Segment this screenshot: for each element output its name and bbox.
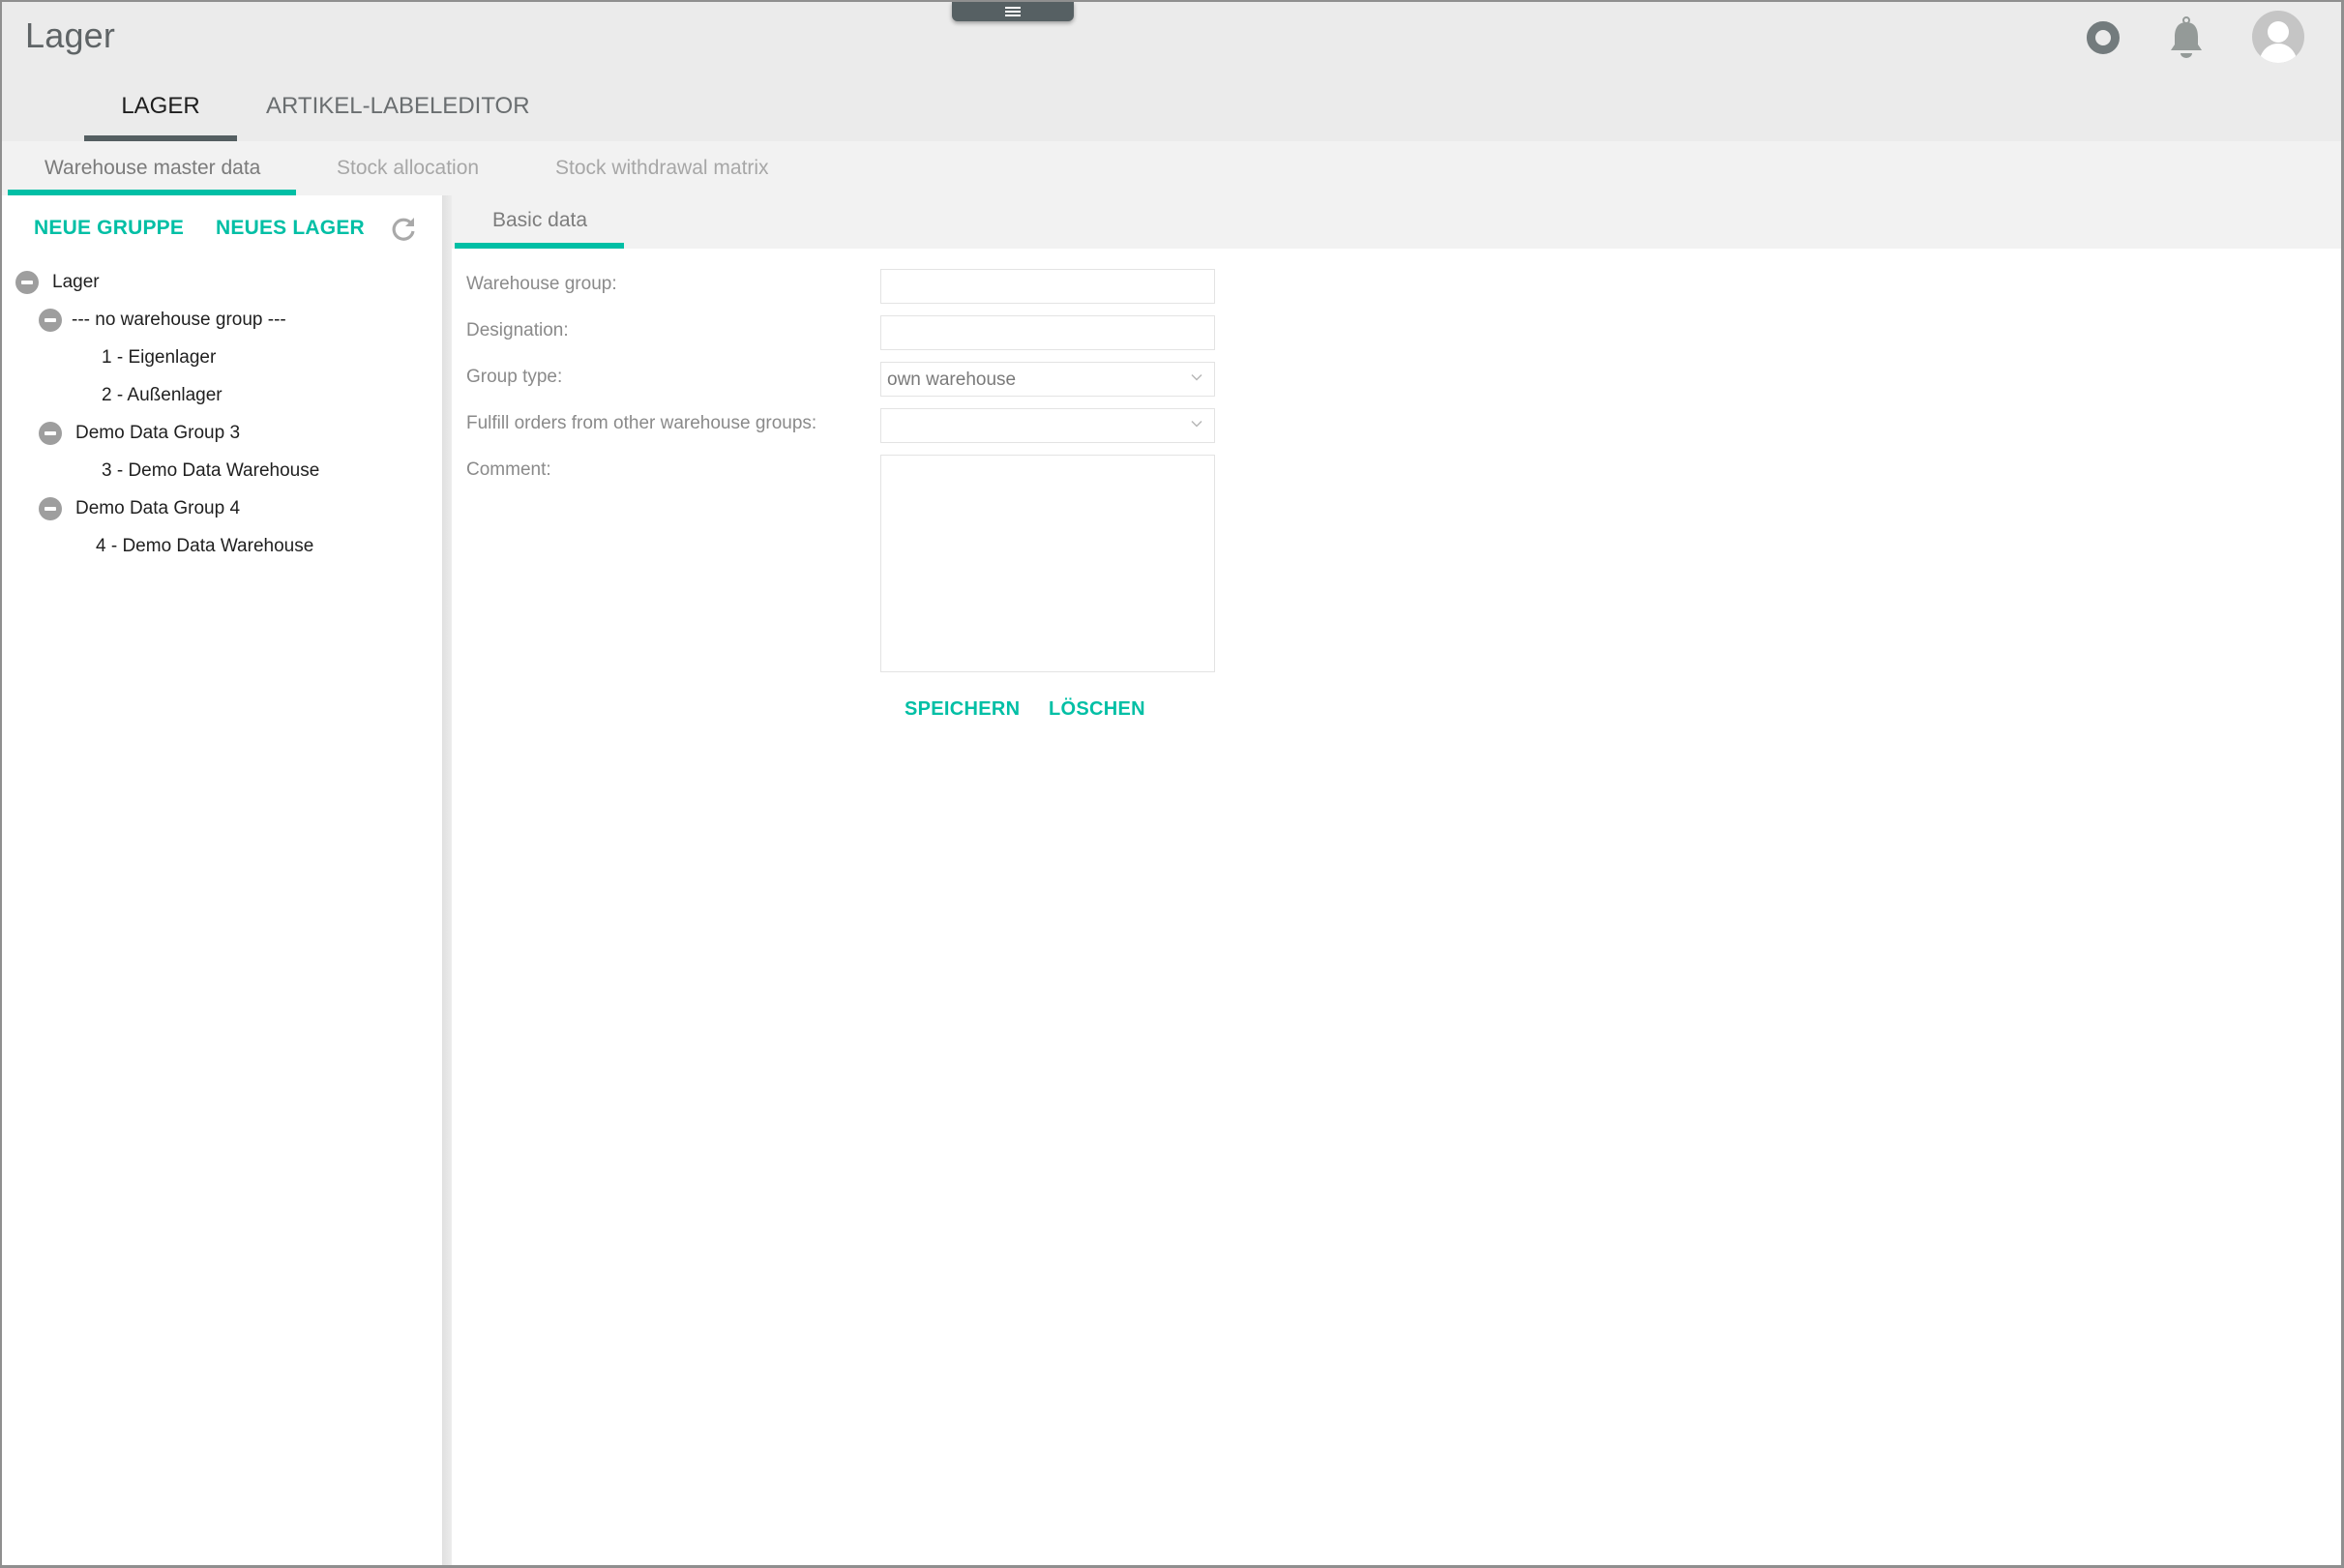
tree-node-label: Lager: [52, 272, 100, 292]
detail-panel: Basic data Warehouse group: Designation:…: [452, 195, 2341, 1565]
tree-node-label: 1 - Eigenlager: [102, 347, 217, 368]
warehouse-group-input[interactable]: [880, 269, 1215, 304]
tree-node-group[interactable]: --- no warehouse group ---: [39, 303, 286, 338]
avatar[interactable]: [2252, 11, 2304, 63]
tree-node-warehouse[interactable]: 3 - Demo Data Warehouse: [102, 454, 319, 488]
avatar-icon: [2259, 21, 2298, 63]
tree-node-label: 2 - Außenlager: [102, 385, 223, 405]
app-window: Lager LAGER ARTIKEL-LABELEDITOR Warehous…: [0, 0, 2344, 1568]
collapse-icon[interactable]: [39, 422, 62, 445]
tree-node-label: Demo Data Group 4: [75, 498, 241, 518]
new-group-button[interactable]: NEUE GRUPPE: [34, 217, 184, 240]
tree-node-label: --- no warehouse group ---: [72, 310, 286, 330]
detail-tabs: Basic data: [452, 195, 2341, 249]
collapse-icon[interactable]: [39, 497, 62, 520]
comment-textarea[interactable]: [880, 455, 1215, 672]
warehouse-group-label: Warehouse group:: [466, 274, 617, 294]
main-tabs: LAGER ARTIKEL-LABELEDITOR: [84, 85, 530, 141]
page-title: Lager: [25, 15, 116, 55]
delete-button[interactable]: LÖSCHEN: [1049, 698, 1145, 721]
designation-label: Designation:: [466, 320, 569, 340]
comment-label: Comment:: [466, 459, 551, 480]
group-type-value: own warehouse: [887, 370, 1017, 390]
tree-node-label: 3 - Demo Data Warehouse: [102, 460, 320, 481]
group-type-select[interactable]: own warehouse: [880, 362, 1215, 397]
warehouse-tree-panel: NEUE GRUPPE NEUES LAGER Lager --- no war…: [6, 195, 442, 1565]
new-warehouse-button[interactable]: NEUES LAGER: [216, 217, 365, 240]
tree-node-warehouse[interactable]: 1 - Eigenlager: [102, 340, 216, 375]
tree-node-label: 4 - Demo Data Warehouse: [96, 536, 314, 556]
designation-input[interactable]: [880, 315, 1215, 350]
save-button[interactable]: SPEICHERN: [905, 698, 1020, 721]
tree-node-label: Demo Data Group 3: [75, 423, 241, 443]
bell-icon[interactable]: [2167, 15, 2206, 58]
collapse-icon[interactable]: [39, 309, 62, 332]
tree-node-warehouse[interactable]: 2 - Außenlager: [102, 378, 223, 413]
menu-toggle-button[interactable]: [952, 2, 1074, 21]
fulfill-orders-label: Fulfill orders from other warehouse grou…: [466, 413, 817, 433]
tree-node-group[interactable]: Demo Data Group 4: [39, 491, 240, 526]
tab-basic-data[interactable]: Basic data: [492, 209, 587, 232]
sub-tabs: Warehouse master data Stock allocation S…: [2, 141, 2341, 195]
collapse-icon[interactable]: [15, 271, 39, 294]
tree-node-lager[interactable]: Lager: [15, 265, 100, 300]
hamburger-menu-icon: [1005, 7, 1021, 16]
chevron-down-icon: [1191, 374, 1202, 381]
app-header: Lager LAGER ARTIKEL-LABELEDITOR: [2, 2, 2341, 141]
tab-stock-withdrawal-matrix[interactable]: Stock withdrawal matrix: [555, 157, 769, 180]
panel-resize-handle[interactable]: [442, 195, 452, 1565]
fulfill-orders-select[interactable]: [880, 408, 1215, 443]
active-tab-indicator: [455, 243, 624, 249]
tab-stock-allocation[interactable]: Stock allocation: [337, 157, 479, 180]
refresh-icon[interactable]: [389, 215, 418, 244]
chevron-down-icon: [1191, 421, 1202, 428]
ring-icon[interactable]: [2087, 21, 2120, 54]
tab-lager[interactable]: LAGER: [84, 85, 237, 141]
tree-node-warehouse[interactable]: 4 - Demo Data Warehouse: [96, 529, 313, 564]
tab-artikel-labeleditor[interactable]: ARTIKEL-LABELEDITOR: [266, 85, 530, 141]
tab-warehouse-master-data[interactable]: Warehouse master data: [45, 157, 260, 180]
group-type-label: Group type:: [466, 367, 563, 387]
tree-node-group[interactable]: Demo Data Group 3: [39, 416, 240, 451]
